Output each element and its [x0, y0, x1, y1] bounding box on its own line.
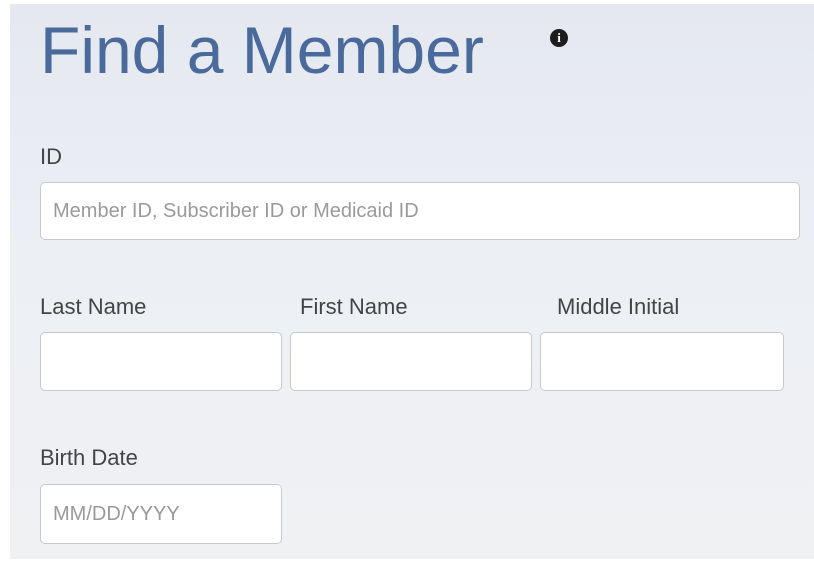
- first-name-input[interactable]: [290, 332, 532, 391]
- middle-initial-input[interactable]: [540, 332, 784, 391]
- first-name-label: First Name: [300, 294, 408, 319]
- info-icon[interactable]: i: [550, 29, 568, 47]
- last-name-input[interactable]: [40, 332, 282, 391]
- birth-date-input[interactable]: [40, 484, 282, 544]
- member-id-input[interactable]: [40, 182, 800, 240]
- last-name-label: Last Name: [40, 294, 147, 319]
- page-title: Find a Member: [40, 13, 484, 87]
- birth-date-label: Birth Date: [40, 445, 138, 470]
- middle-initial-label: Middle Initial: [557, 294, 680, 319]
- id-label: ID: [40, 144, 62, 169]
- find-member-panel: Find a Member i ID Last Name First Name …: [10, 4, 814, 559]
